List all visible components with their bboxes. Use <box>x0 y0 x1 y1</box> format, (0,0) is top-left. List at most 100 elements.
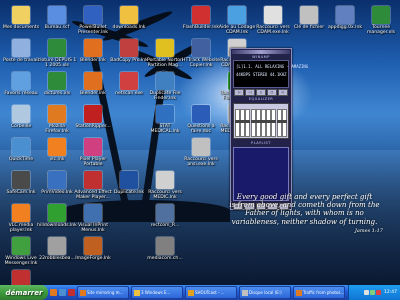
desktop-icon-label: dictures.xls <box>43 91 71 96</box>
flash-icon <box>192 6 210 24</box>
start-button[interactable]: démarrer <box>0 285 48 300</box>
desktop-icon-label: Blender.lnk <box>80 58 106 63</box>
winamp-eq-title: EQUALIZER <box>248 97 274 101</box>
desktop-icon-item[interactable]: Questions à faire.doc <box>181 105 221 141</box>
network-icon[interactable] <box>370 290 376 295</box>
winamp-icon <box>188 289 194 296</box>
desktop-icon-item[interactable]: vlc.lnk <box>37 138 77 174</box>
desktop-icon-item[interactable]: Mozilla Firefox.lnk <box>37 105 77 141</box>
quicklaunch-desktop-icon[interactable] <box>59 289 66 296</box>
folder-icon <box>12 6 30 24</box>
desktop-icon-item[interactable]: Raccourci vers CDAM.exe.lnk <box>253 6 293 42</box>
desktop-icon-item[interactable]: Visual InPrint Menus.lnk <box>73 204 113 240</box>
excel-icon <box>48 72 66 90</box>
winamp-control-button[interactable]: [] <box>266 89 277 96</box>
desktop-icon-item[interactable]: SafeCam.lnk <box>1 171 41 207</box>
desktop-icon-item[interactable]: Clé de fichier <box>289 6 329 42</box>
desktop-icon-item[interactable]: Advanced Effect Maker Player... <box>73 171 113 207</box>
desktop-icon-item[interactable]: Raccourci vers ansi.exe.lnk <box>181 138 221 174</box>
netscan-icon <box>120 72 138 90</box>
volume-icon[interactable] <box>364 290 370 295</box>
desktop-icon-item[interactable]: PowerBullet Presenter.lnk <box>73 6 113 42</box>
winamp-titlebar[interactable] <box>232 50 290 54</box>
camera-icon <box>12 171 30 189</box>
desktop-icon-item[interactable]: PrimVideo.lnk <box>37 171 77 207</box>
winamp-control-button[interactable]: || <box>255 89 266 96</box>
desktop-icon-label: Windows Live Messenger.lnk <box>4 256 38 267</box>
winamp-control-button[interactable]: |< <box>234 89 245 96</box>
winamp-window[interactable]: WINAMP [L]1.1. ALL RELAXING - AMAZING 44… <box>230 48 308 210</box>
desktop-icon-item[interactable]: BadCopy Pro.lnk <box>109 39 149 75</box>
desktop-icon-item[interactable]: HTTrack Website Copier.lnk <box>181 39 221 75</box>
network-icon <box>12 72 30 90</box>
recycle-bin-icon <box>12 105 30 123</box>
desktop-icon-item[interactable]: StationRipper... <box>73 105 113 141</box>
desktop-icon-item[interactable]: Bureau.scf <box>37 6 77 42</box>
desktop-icon-label: Duplicate File Finder.lnk <box>149 91 181 102</box>
winamp-display: [L]1.1. ALL RELAXING - AMAZING 44KBPS ST… <box>233 60 308 88</box>
duplicate-icon <box>120 171 138 189</box>
partition-icon <box>156 39 174 57</box>
desktop-icon-item[interactable]: Mes documents <box>1 6 41 42</box>
desktop-icon-item[interactable]: 22robblesbea... <box>37 237 77 273</box>
desktop-icon-item[interactable]: appdigg.0x.lnk <box>325 6 365 42</box>
desktop-icon-item[interactable]: Portable Norton Partition Mag... <box>145 39 185 75</box>
desktop-icon-item[interactable]: downloads.lnk <box>109 6 149 42</box>
app-icon <box>156 237 174 255</box>
quicklaunch-media-icon[interactable] <box>68 289 75 296</box>
taskbar-task-button[interactable]: Site mirroring m... <box>77 286 129 299</box>
taskbar-tasks: Site mirroring m... 3 Windows E... SHOUTca… <box>75 286 345 299</box>
desktop-icon-label: Aide au Codage CDAM.lnk <box>218 25 256 36</box>
winamp-control-button[interactable]: <| <box>245 89 256 96</box>
desktop-icon-item[interactable]: Poste de travail <box>1 39 41 75</box>
desktop-icon-item[interactable]: Tournee manager.xls <box>361 6 400 42</box>
desktop-icon-item[interactable]: Corbeille <box>1 105 41 141</box>
help-icon <box>228 6 246 24</box>
desktop-icon-item[interactable]: Duplicate File Finder.lnk <box>145 72 185 108</box>
taskbar-task-button[interactable]: 3 Windows E... <box>131 286 183 299</box>
desktop-icon-item[interactable]: Duplicate.lnk <box>109 171 149 207</box>
desktop-icon-item[interactable]: mediacom.ch... <box>145 237 185 273</box>
desktop-icon-label: PowerBullet Presenter.lnk <box>78 25 108 36</box>
desktop-icon-item[interactable]: Windows Live Messenger.lnk <box>1 237 41 273</box>
desktop-icon-item[interactable]: VLC media player.lnk <box>1 204 41 240</box>
desktop-icon-label: vlc.lnk <box>49 157 65 162</box>
desktop-icon-item[interactable]: FlashBuilder.lnk <box>181 6 221 42</box>
desktop-icon-item[interactable]: rectcom_R... <box>145 204 185 240</box>
shortcut-icon <box>264 6 282 24</box>
app-icon <box>336 6 354 24</box>
desktop-icon-item[interactable]: Blender.lnk <box>73 72 113 108</box>
desktop-icon-item[interactable]: Blender.lnk <box>73 39 113 75</box>
desktop-icon-item[interactable]: QuickTime <box>1 138 41 174</box>
desktop-icon-item[interactable]: cloture DEPUIS 1 1 2005.xls <box>37 39 77 75</box>
desktop-icon-item[interactable]: ImageForge.lnk <box>73 237 113 273</box>
desktop-icon-label: rectcom_R... <box>150 223 180 228</box>
taskbar-task-label: Site mirroring m... <box>87 290 124 295</box>
excel-icon <box>48 39 66 57</box>
quicklaunch-browser-icon[interactable] <box>50 289 57 296</box>
desktop-icon-item[interactable]: Raccourci vers MEDIC.lnk <box>145 171 185 207</box>
folder-icon <box>134 289 140 296</box>
desktop-icon-item[interactable]: STAT MEDICAL.lnk <box>145 105 185 141</box>
desktop-icon-item[interactable]: FreeOrganiser... <box>1 270 41 285</box>
desktop-icon-item[interactable]: hilldownloads.lnk <box>37 204 77 240</box>
desktop-icon-label: Favoris réseau <box>4 91 38 96</box>
taskbar-task-button[interactable]: Traffic from photos... <box>293 286 345 299</box>
winamp-control-button[interactable]: >| <box>277 89 288 96</box>
antivirus-icon[interactable] <box>376 290 382 295</box>
desktop-icon-item[interactable]: Pixel Player Portable <box>73 138 113 174</box>
folder-icon <box>120 6 138 24</box>
desktop-icon-item[interactable]: Favoris réseau <box>1 72 41 108</box>
desktop-icon-item[interactable]: netscan.exe <box>109 72 149 108</box>
shortcut-icon <box>192 138 210 156</box>
app-icon <box>156 105 174 123</box>
desktop-icon-item[interactable]: dictures.xls <box>37 72 77 108</box>
taskbar-task-button[interactable]: Disque local (E:) <box>239 286 291 299</box>
image-icon <box>84 237 102 255</box>
taskbar-task-button[interactable]: SHOUTcast - ... <box>185 286 237 299</box>
vlc-icon <box>48 138 66 156</box>
desktop-icon-item[interactable]: Aide au Codage CDAM.lnk <box>217 6 257 42</box>
ripper-icon <box>84 105 102 123</box>
eq-slider[interactable] <box>281 109 287 137</box>
quicktime-icon <box>12 138 30 156</box>
